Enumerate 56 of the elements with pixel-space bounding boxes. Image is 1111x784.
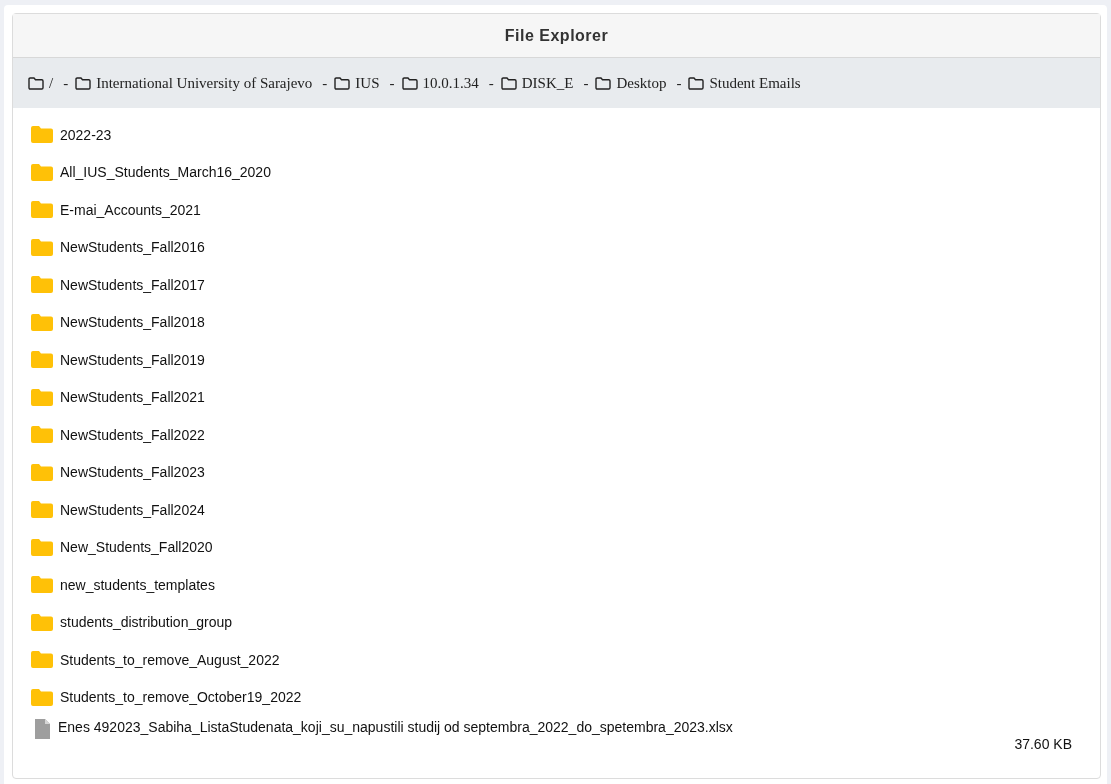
folder-link[interactable]: NewStudents_Fall2018	[60, 314, 205, 331]
folder-outline-icon	[334, 76, 351, 90]
window-title: File Explorer	[504, 26, 609, 45]
breadcrumb-link[interactable]: International University of Sarajevo	[75, 74, 313, 92]
folder-link[interactable]: All_IUS_Students_March16_2020	[60, 164, 271, 181]
folder-link[interactable]: NewStudents_Fall2016	[60, 239, 205, 256]
folder-link[interactable]: NewStudents_Fall2023	[60, 464, 205, 481]
breadcrumb-link[interactable]: /	[28, 74, 54, 92]
folder-icon	[31, 501, 53, 519]
file-icon	[35, 719, 50, 739]
folder-icon	[31, 576, 53, 594]
folder-icon	[31, 463, 53, 481]
breadcrumb-link[interactable]: Student Emails	[688, 74, 801, 92]
folder-icon	[31, 613, 53, 631]
folder-icon	[31, 276, 53, 294]
breadcrumb-link[interactable]: IUS	[334, 74, 380, 92]
folder-outline-icon	[401, 76, 418, 90]
folder-icon	[31, 426, 53, 444]
folder-icon	[31, 163, 53, 181]
folder-icon	[31, 126, 53, 144]
breadcrumb-link[interactable]: DISK_E	[500, 74, 574, 92]
folder-outline-icon	[28, 76, 44, 90]
folder-outline-icon	[688, 76, 705, 90]
breadcrumb-separator: -	[322, 74, 328, 92]
breadcrumb-separator: -	[389, 74, 395, 92]
breadcrumb-link[interactable]: 10.0.1.34	[401, 74, 479, 92]
folder-link[interactable]: 2022-23	[60, 126, 112, 143]
folder-link[interactable]: NewStudents_Fall2021	[60, 389, 205, 406]
folder-link[interactable]: NewStudents_Fall2019	[60, 351, 205, 368]
folder-icon	[31, 238, 53, 256]
file-size: 37.60 KB	[1014, 736, 1072, 752]
breadcrumb-separator: -	[63, 74, 69, 92]
folder-icon	[31, 388, 53, 406]
breadcrumb-separator: -	[488, 74, 494, 92]
folder-icon	[31, 351, 53, 369]
folder-outline-icon	[500, 76, 517, 90]
folder-icon	[31, 201, 53, 219]
folder-outline-icon	[595, 76, 612, 90]
folder-icon	[31, 688, 53, 706]
folder-link[interactable]: NewStudents_Fall2024	[60, 501, 205, 518]
folder-link[interactable]: new_students_templates	[60, 576, 215, 593]
breadcrumb-separator: -	[676, 74, 682, 92]
folder-icon	[31, 313, 53, 331]
folder-link[interactable]: NewStudents_Fall2022	[60, 426, 205, 443]
folder-link[interactable]: NewStudents_Fall2017	[60, 276, 205, 293]
folder-link[interactable]: students_distribution_group	[60, 614, 232, 631]
folder-link[interactable]: Students_to_remove_August_2022	[60, 651, 280, 668]
folder-icon	[31, 651, 53, 669]
folder-icon	[31, 538, 53, 556]
folder-link[interactable]: New_Students_Fall2020	[60, 539, 213, 556]
folder-outline-icon	[75, 76, 92, 90]
folder-link[interactable]: Students_to_remove_October19_2022	[60, 689, 302, 706]
folder-link[interactable]: E-mai_Accounts_2021	[60, 201, 201, 218]
file-link[interactable]: Enes 492023_Sabiha_ListaStudenata_koji_su_napustili studij od septembra_2022_do_spetembra_2023.xlsx	[58, 719, 733, 735]
breadcrumb-separator: -	[583, 74, 589, 92]
breadcrumb-link[interactable]: Desktop	[595, 74, 667, 92]
